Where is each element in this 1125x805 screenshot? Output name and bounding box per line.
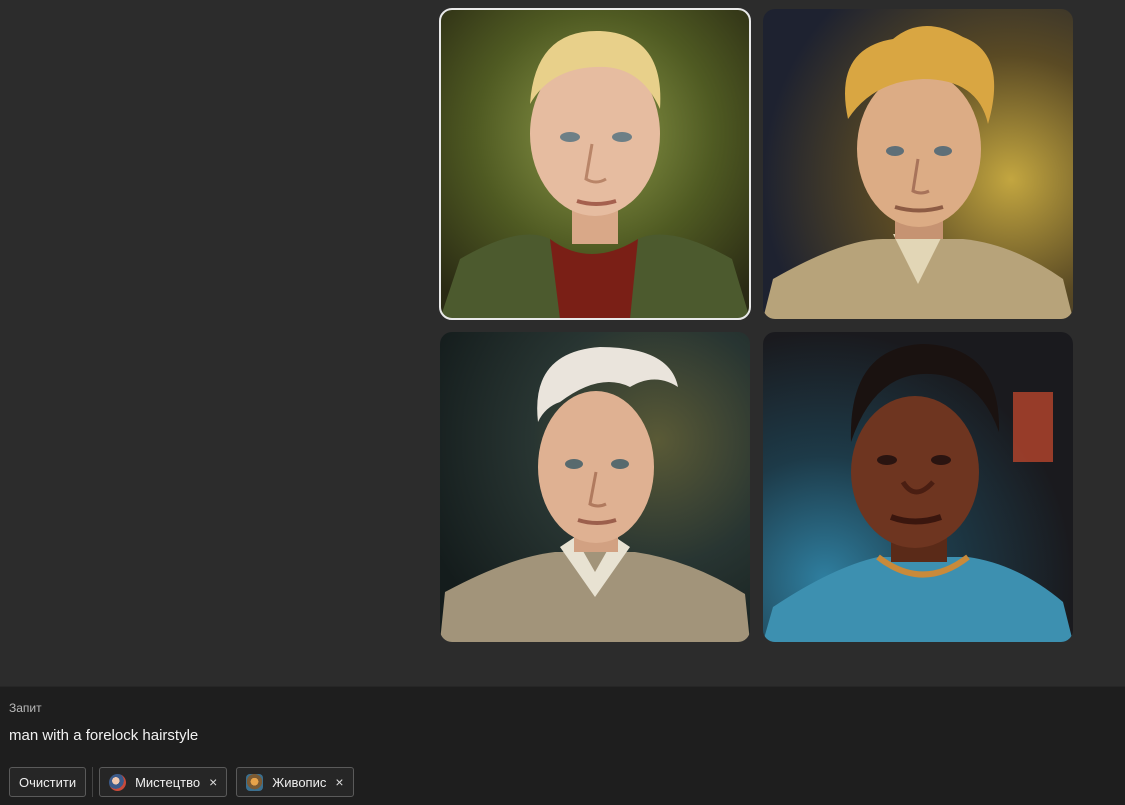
image-gallery [439,8,1074,643]
divider [92,767,94,797]
art-style-thumb-icon [109,773,127,791]
generated-image-4[interactable] [763,332,1073,642]
prompt-panel: Запит man with a forelock hairstyle Очис… [0,686,1125,805]
remove-painting-style-close-icon[interactable]: × [335,774,343,790]
style-chip-art[interactable]: Мистецтво × [99,767,228,797]
generated-image-3[interactable] [440,332,750,642]
portrait-4-artwork [763,332,1073,642]
remove-art-style-close-icon[interactable]: × [209,774,217,790]
app-window: Запит man with a forelock hairstyle Очис… [0,0,1125,805]
clear-button[interactable]: Очистити [9,767,87,797]
portrait-1-artwork [440,9,750,319]
clear-button-label: Очистити [19,774,77,790]
style-chip-art-label: Мистецтво [135,774,201,790]
prompt-label: Запит [9,701,42,715]
generated-image-2[interactable] [763,9,1073,319]
prompt-actions: Очистити Мистецтво × Живопис × [9,767,354,797]
generated-image-1[interactable] [439,8,751,320]
portrait-3-artwork [440,332,750,642]
style-chip-painting-label: Живопис [272,774,327,790]
painting-style-thumb-icon [246,773,264,791]
style-chip-painting[interactable]: Живопис × [236,767,354,797]
portrait-2-artwork [763,9,1073,319]
prompt-input[interactable]: man with a forelock hairstyle [9,727,198,744]
